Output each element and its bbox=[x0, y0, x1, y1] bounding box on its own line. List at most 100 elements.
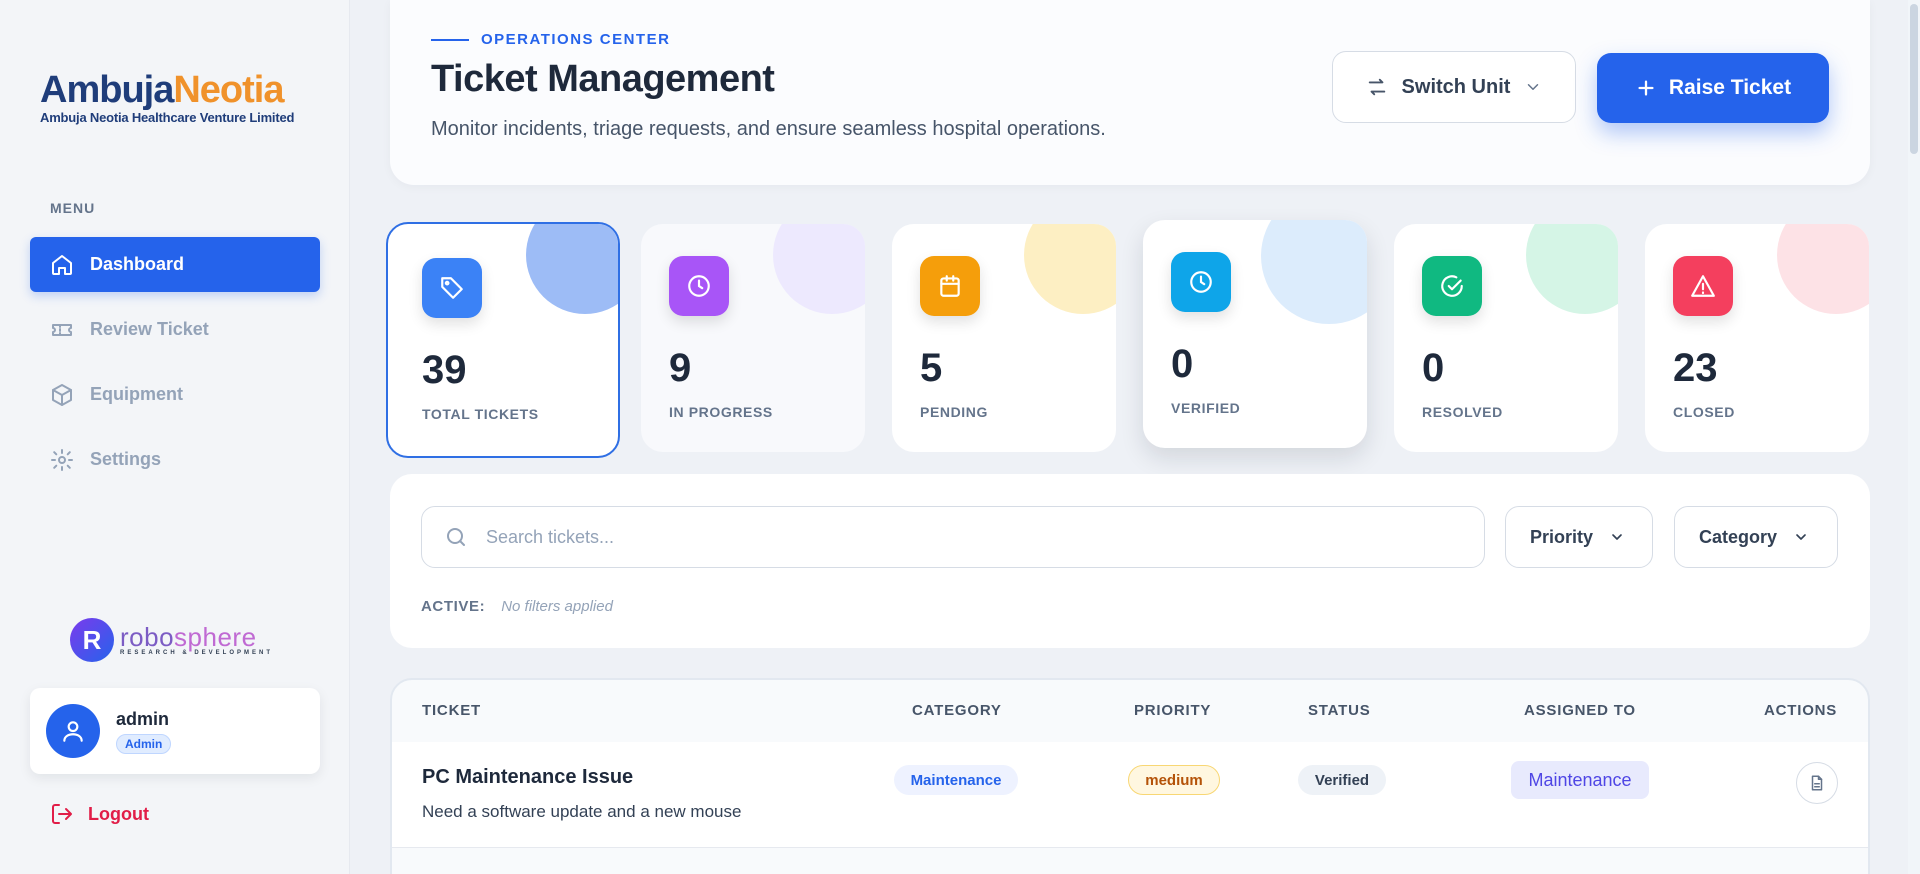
card-decoration bbox=[1526, 224, 1618, 314]
user-role-badge: Admin bbox=[116, 733, 172, 754]
stat-icon-box bbox=[669, 256, 729, 316]
logout-button[interactable]: Logout bbox=[50, 802, 149, 826]
page-scrollbar[interactable] bbox=[1908, 0, 1920, 874]
logout-label: Logout bbox=[88, 803, 149, 824]
tickets-table: TICKET CATEGORY PRIORITY STATUS ASSIGNED… bbox=[390, 678, 1870, 874]
scrollbar-thumb[interactable] bbox=[1910, 4, 1918, 154]
plus-icon bbox=[1638, 80, 1654, 96]
view-ticket-button[interactable] bbox=[1796, 762, 1838, 804]
check-circle-icon bbox=[1441, 275, 1463, 297]
category-filter-dropdown[interactable]: Category bbox=[1674, 506, 1838, 568]
stat-icon-box bbox=[920, 256, 980, 316]
tag-icon bbox=[441, 277, 463, 299]
switch-unit-label: Switch Unit bbox=[1401, 75, 1511, 98]
card-decoration bbox=[773, 224, 865, 314]
stat-card-pending[interactable]: 5 PENDING bbox=[892, 224, 1116, 452]
brand-logo: AmbujaNeotia Ambuja Neotia Healthcare Ve… bbox=[40, 70, 294, 125]
sidebar-item-label: Settings bbox=[90, 449, 162, 469]
card-decoration bbox=[1024, 224, 1116, 314]
clock-icon bbox=[1190, 271, 1212, 293]
search-placeholder: Search tickets... bbox=[486, 526, 615, 547]
user-card[interactable]: admin Admin bbox=[30, 688, 320, 774]
sidebar: AmbujaNeotia Ambuja Neotia Healthcare Ve… bbox=[0, 0, 350, 874]
active-filters: ACTIVE: No filters applied bbox=[421, 598, 613, 615]
sidebar-item-review-ticket[interactable]: Review Ticket bbox=[30, 302, 320, 357]
partner-logo: R robosphere RESEARCH & DEVELOPMENT bbox=[70, 618, 273, 662]
page-title: Ticket Management bbox=[431, 58, 775, 100]
stat-label: IN PROGRESS bbox=[669, 404, 773, 420]
sidebar-item-label: Equipment bbox=[90, 384, 183, 404]
column-header-status: STATUS bbox=[1308, 702, 1371, 719]
partner-name-a: robo bbox=[120, 622, 175, 652]
card-decoration bbox=[1261, 220, 1367, 324]
table-row[interactable]: PC Maintenance Issue Need a software upd… bbox=[392, 742, 1868, 848]
assignee-badge: Maintenance bbox=[1511, 761, 1649, 799]
stat-label: CLOSED bbox=[1673, 404, 1735, 420]
clock-icon bbox=[688, 275, 710, 297]
stat-icon-box bbox=[1673, 256, 1733, 316]
sidebar-item-equipment[interactable]: Equipment bbox=[30, 367, 320, 422]
card-decoration bbox=[1777, 224, 1869, 314]
partner-tagline: RESEARCH & DEVELOPMENT bbox=[120, 650, 274, 656]
filter-panel: Search tickets... Priority Category ACTI… bbox=[390, 474, 1870, 648]
chevron-down-icon bbox=[1796, 534, 1806, 540]
stat-value: 0 bbox=[1422, 346, 1445, 390]
search-input[interactable]: Search tickets... bbox=[421, 506, 1485, 568]
sidebar-item-settings[interactable]: Settings bbox=[30, 432, 320, 487]
column-header-ticket: TICKET bbox=[422, 702, 481, 719]
switch-unit-button[interactable]: Switch Unit bbox=[1332, 51, 1576, 123]
column-header-category: CATEGORY bbox=[912, 702, 1002, 719]
active-filters-key: ACTIVE: bbox=[421, 598, 486, 615]
chevron-down-icon bbox=[1528, 84, 1539, 90]
ticket-description: Need a software update and a new mouse bbox=[422, 802, 742, 821]
priority-filter-dropdown[interactable]: Priority bbox=[1505, 506, 1653, 568]
gear-icon bbox=[51, 448, 73, 471]
logo-subtitle: Ambuja Neotia Healthcare Venture Limited bbox=[40, 110, 295, 125]
swap-icon bbox=[1368, 78, 1385, 96]
stat-label: PENDING bbox=[920, 404, 988, 420]
calendar-icon bbox=[940, 275, 960, 297]
active-filters-value: No filters applied bbox=[501, 598, 613, 615]
page-subtitle: Monitor incidents, triage requests, and … bbox=[431, 118, 1106, 140]
sidebar-item-dashboard[interactable]: Dashboard bbox=[30, 237, 320, 292]
section-eyebrow: OPERATIONS CENTER bbox=[431, 31, 670, 48]
stat-value: 9 bbox=[669, 346, 692, 390]
stat-label: VERIFIED bbox=[1171, 400, 1241, 416]
category-badge: Maintenance bbox=[894, 765, 1018, 795]
stat-value: 5 bbox=[920, 346, 943, 390]
stat-card-in-progress[interactable]: 9 IN PROGRESS bbox=[641, 224, 865, 452]
stat-card-total-tickets[interactable]: 39 TOTAL TICKETS bbox=[386, 222, 620, 458]
stat-value: 0 bbox=[1171, 342, 1194, 386]
avatar bbox=[46, 704, 100, 758]
user-icon bbox=[63, 721, 83, 742]
priority-badge: medium bbox=[1128, 765, 1220, 795]
search-icon bbox=[447, 528, 465, 546]
stat-card-verified[interactable]: 0 VERIFIED bbox=[1143, 220, 1367, 448]
column-header-priority: PRIORITY bbox=[1134, 702, 1212, 719]
document-icon bbox=[1811, 775, 1823, 791]
logo-text-1: Ambuja bbox=[40, 69, 174, 111]
home-icon bbox=[52, 254, 72, 275]
stat-icon-box bbox=[1171, 252, 1231, 312]
stat-value: 23 bbox=[1673, 346, 1718, 390]
ticket-icon bbox=[52, 323, 72, 336]
stat-icon-box bbox=[1422, 256, 1482, 316]
category-filter-label: Category bbox=[1699, 526, 1778, 547]
status-badge: Verified bbox=[1298, 765, 1386, 795]
column-header-actions: ACTIONS bbox=[1764, 702, 1838, 719]
stat-label: RESOLVED bbox=[1422, 404, 1503, 420]
stat-icon-box bbox=[422, 258, 482, 318]
user-name: admin bbox=[116, 708, 170, 729]
stat-card-closed[interactable]: 23 CLOSED bbox=[1645, 224, 1869, 452]
stat-label: TOTAL TICKETS bbox=[422, 406, 539, 422]
page-header: OPERATIONS CENTER Ticket Management Moni… bbox=[390, 0, 1870, 185]
alert-triangle-icon bbox=[1691, 275, 1715, 297]
raise-ticket-button[interactable]: Raise Ticket bbox=[1597, 53, 1829, 123]
box-icon bbox=[52, 383, 72, 406]
column-header-assigned-to: ASSIGNED TO bbox=[1524, 702, 1636, 719]
raise-ticket-label: Raise Ticket bbox=[1668, 76, 1792, 99]
logo-text-2: Neotia bbox=[173, 69, 284, 111]
card-decoration bbox=[526, 224, 618, 314]
priority-filter-label: Priority bbox=[1530, 526, 1594, 547]
stat-card-resolved[interactable]: 0 RESOLVED bbox=[1394, 224, 1618, 452]
